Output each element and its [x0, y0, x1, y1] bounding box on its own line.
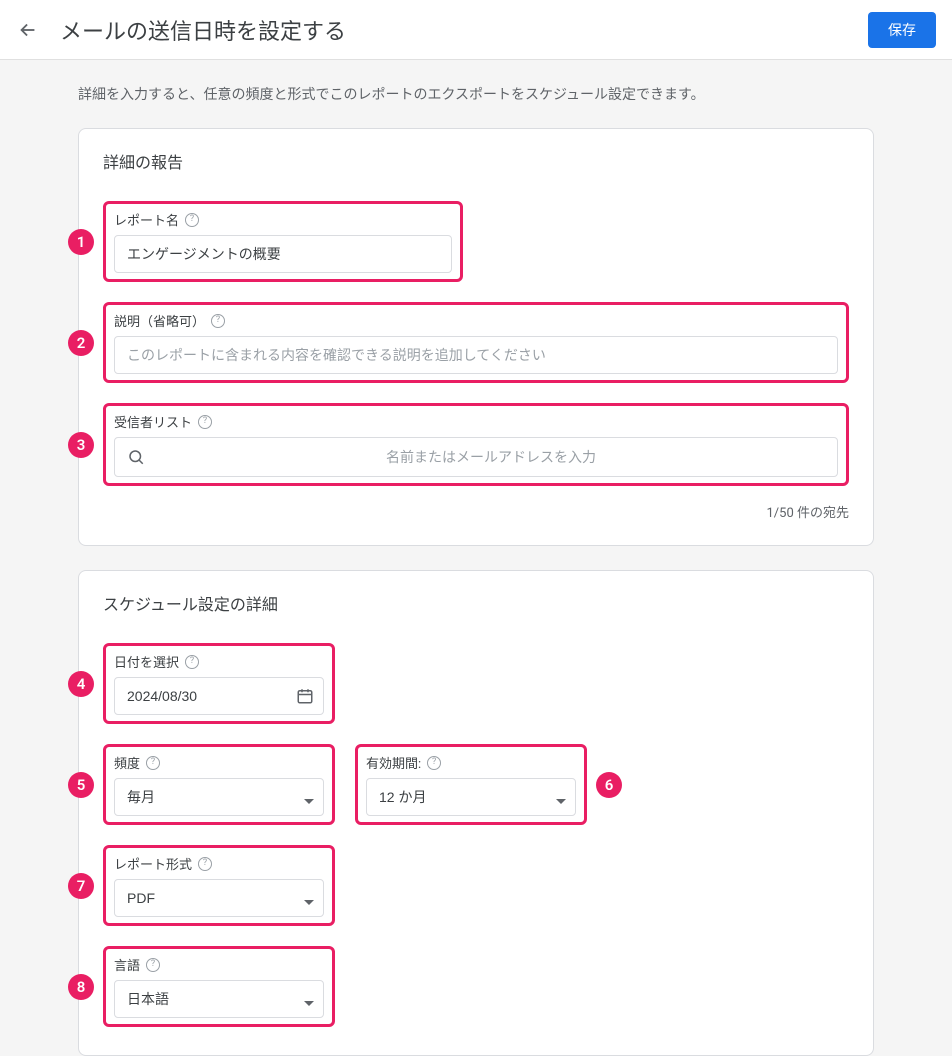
save-button[interactable]: 保存 [868, 12, 936, 48]
format-label-text: レポート形式 [114, 854, 192, 873]
frequency-label: 頻度 ? [114, 753, 324, 772]
back-arrow-icon[interactable] [16, 18, 40, 42]
description-field-highlight: 2 説明（省略可） ? [103, 302, 849, 383]
recipients-label: 受信者リスト ? [114, 412, 838, 431]
recipients-search-wrap[interactable] [114, 437, 838, 477]
recipients-field-highlight: 3 受信者リスト ? [103, 403, 849, 486]
annotation-badge-4: 4 [68, 671, 94, 697]
annotation-badge-1: 1 [68, 229, 94, 255]
frequency-field-highlight: 5 頻度 ? [103, 744, 335, 825]
help-icon[interactable]: ? [185, 655, 199, 669]
schedule-details-card: スケジュール設定の詳細 4 日付を選択 ? [78, 570, 874, 1056]
date-input[interactable] [114, 677, 324, 715]
annotation-badge-8: 8 [68, 974, 94, 1000]
frequency-label-text: 頻度 [114, 753, 140, 772]
description-label: 説明（省略可） ? [114, 311, 838, 330]
app-header: メールの送信日時を設定する 保存 [0, 0, 952, 60]
page-description: 詳細を入力すると、任意の頻度と形式でこのレポートのエクスポートをスケジュール設定… [78, 84, 952, 104]
annotation-badge-5: 5 [68, 772, 94, 798]
help-icon[interactable]: ? [198, 415, 212, 429]
main-content: 詳細を入力すると、任意の頻度と形式でこのレポートのエクスポートをスケジュール設定… [0, 60, 952, 1056]
language-label: 言語 ? [114, 955, 324, 974]
search-icon [127, 448, 145, 466]
annotation-badge-6: 6 [596, 772, 622, 798]
help-icon[interactable]: ? [146, 756, 160, 770]
annotation-badge-7: 7 [68, 873, 94, 899]
language-label-text: 言語 [114, 955, 140, 974]
language-field-highlight: 8 言語 ? [103, 946, 335, 1027]
description-input[interactable] [114, 336, 838, 374]
valid-period-field-highlight: 6 有効期間: ? [355, 744, 587, 825]
report-name-input[interactable] [114, 235, 452, 273]
recipient-count: 1/50 件の宛先 [103, 502, 849, 521]
recipients-input[interactable] [157, 449, 825, 465]
report-details-card: 詳細の報告 1 レポート名 ? 2 説明（省略可） ? 3 [78, 128, 874, 546]
annotation-badge-2: 2 [68, 330, 94, 356]
page-title: メールの送信日時を設定する [60, 14, 848, 46]
help-icon[interactable]: ? [198, 857, 212, 871]
report-name-label: レポート名 ? [114, 210, 452, 229]
date-field-highlight: 4 日付を選択 ? [103, 643, 335, 724]
recipients-label-text: 受信者リスト [114, 412, 192, 431]
help-icon[interactable]: ? [211, 314, 225, 328]
format-field-highlight: 7 レポート形式 ? [103, 845, 335, 926]
date-label: 日付を選択 ? [114, 652, 324, 671]
frequency-select[interactable] [114, 778, 324, 816]
language-select[interactable] [114, 980, 324, 1018]
format-select[interactable] [114, 879, 324, 917]
valid-period-select[interactable] [366, 778, 576, 816]
date-label-text: 日付を選択 [114, 652, 179, 671]
description-label-text: 説明（省略可） [114, 311, 205, 330]
help-icon[interactable]: ? [185, 213, 199, 227]
report-details-title: 詳細の報告 [79, 129, 873, 193]
schedule-details-title: スケジュール設定の詳細 [79, 571, 873, 635]
valid-period-label-text: 有効期間: [366, 753, 421, 772]
format-label: レポート形式 ? [114, 854, 324, 873]
help-icon[interactable]: ? [146, 958, 160, 972]
report-name-label-text: レポート名 [114, 210, 179, 229]
report-name-field-highlight: 1 レポート名 ? [103, 201, 463, 282]
help-icon[interactable]: ? [427, 756, 441, 770]
valid-period-label: 有効期間: ? [366, 753, 576, 772]
annotation-badge-3: 3 [68, 432, 94, 458]
